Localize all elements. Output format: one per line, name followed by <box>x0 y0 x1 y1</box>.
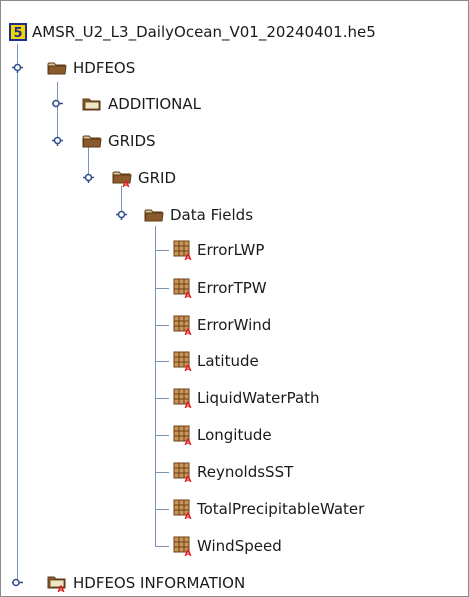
svg-text:5: 5 <box>13 26 22 41</box>
tree-node-label: AMSR_U2_L3_DailyOcean_V01_20240401.he5 <box>32 23 376 41</box>
svg-text:A: A <box>185 253 192 260</box>
collapse-handle-icon[interactable] <box>116 209 127 220</box>
svg-text:A: A <box>185 438 192 445</box>
tree-node-label: ErrorWind <box>197 316 272 334</box>
svg-text:A: A <box>185 328 192 335</box>
tree-node-dataset[interactable]: A Longitude <box>173 424 272 446</box>
svg-text:A: A <box>185 475 192 482</box>
tree-line <box>155 250 169 251</box>
tree-node-label: Longitude <box>197 426 272 444</box>
dataset-attribute-icon: A <box>173 425 192 445</box>
tree-node-dataset[interactable]: A TotalPrecipitableWater <box>173 498 364 520</box>
tree-node-hdfeos[interactable]: HDFEOS <box>47 57 135 79</box>
folder-closed-icon <box>82 98 101 111</box>
tree-line <box>155 435 169 436</box>
tree-node-label: ADDITIONAL <box>108 95 202 113</box>
tree-line <box>155 288 169 289</box>
dataset-attribute-icon: A <box>173 388 192 408</box>
tree-line <box>155 361 169 362</box>
tree-node-label: HDFEOS <box>73 59 136 77</box>
tree-node-label: ReynoldsSST <box>197 463 294 481</box>
tree-node-label: WindSpeed <box>197 537 282 555</box>
collapse-handle-icon[interactable] <box>12 62 23 73</box>
dataset-attribute-icon: A <box>173 351 192 371</box>
tree-node-label: Latitude <box>197 352 259 370</box>
svg-text:A: A <box>123 180 130 187</box>
tree-node-label: LiquidWaterPath <box>197 389 320 407</box>
tree-node-grid[interactable]: A GRID <box>112 167 176 189</box>
tree-node-dataset[interactable]: A ReynoldsSST <box>173 461 293 483</box>
expand-handle-icon[interactable] <box>52 98 63 109</box>
tree-node-dataset[interactable]: A ErrorWind <box>173 314 271 336</box>
folder-open-icon <box>47 62 67 75</box>
dataset-attribute-icon: A <box>173 240 192 260</box>
svg-text:A: A <box>185 364 192 371</box>
dataset-attribute-icon: A <box>173 278 192 298</box>
tree-node-dataset[interactable]: A Latitude <box>173 350 259 372</box>
tree-node-dataset[interactable]: A ErrorTPW <box>173 277 267 299</box>
expand-handle-icon[interactable] <box>12 577 23 588</box>
tree-line <box>155 509 169 510</box>
collapse-handle-icon[interactable] <box>52 135 63 146</box>
folder-closed-attribute-icon: A <box>47 576 66 592</box>
hdf5-file-icon: 5 <box>9 23 27 41</box>
tree-node-dataset[interactable]: A LiquidWaterPath <box>173 387 320 409</box>
tree-node-grids[interactable]: GRIDS <box>82 130 156 152</box>
tree-node-root-file[interactable]: 5 AMSR_U2_L3_DailyOcean_V01_20240401.he5 <box>9 21 376 43</box>
folder-open-icon <box>144 209 164 222</box>
tree-node-label: ErrorTPW <box>197 279 267 297</box>
tree-node-dataset[interactable]: A WindSpeed <box>173 535 282 557</box>
tree-line <box>155 472 169 473</box>
svg-text:A: A <box>185 401 192 408</box>
dataset-attribute-icon: A <box>173 536 192 556</box>
tree-line <box>17 44 18 582</box>
svg-text:A: A <box>185 291 192 298</box>
tree-line <box>155 398 169 399</box>
dataset-attribute-icon: A <box>173 462 192 482</box>
tree-line <box>155 546 169 547</box>
tree-node-label: GRID <box>138 169 177 187</box>
tree-node-label: GRIDS <box>108 132 156 150</box>
dataset-attribute-icon: A <box>173 499 192 519</box>
tree-node-additional[interactable]: ADDITIONAL <box>82 93 201 115</box>
collapse-handle-icon[interactable] <box>83 172 94 183</box>
svg-text:A: A <box>58 585 65 592</box>
tree-node-dataset[interactable]: A ErrorLWP <box>173 239 264 261</box>
tree-node-label: Data Fields <box>170 206 254 224</box>
folder-open-icon <box>82 135 102 148</box>
tree-node-label: ErrorLWP <box>197 241 265 259</box>
tree-line <box>155 226 156 546</box>
folder-open-attribute-icon: A <box>112 171 132 187</box>
tree-node-data-fields[interactable]: Data Fields <box>144 204 253 226</box>
dataset-attribute-icon: A <box>173 315 192 335</box>
tree-node-label: TotalPrecipitableWater <box>197 500 365 518</box>
tree-line <box>155 325 169 326</box>
tree-node-label: HDFEOS INFORMATION <box>73 574 246 592</box>
svg-text:A: A <box>185 549 192 556</box>
tree-node-hdfeos-information[interactable]: A HDFEOS INFORMATION <box>47 572 245 594</box>
svg-text:A: A <box>185 512 192 519</box>
